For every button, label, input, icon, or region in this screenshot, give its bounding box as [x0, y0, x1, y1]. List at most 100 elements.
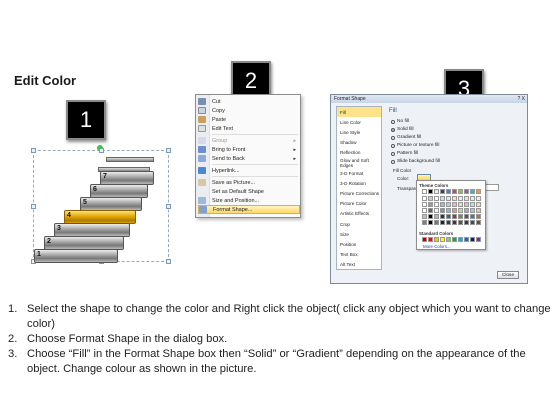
stair-step-2[interactable]: 2	[44, 236, 124, 250]
color-swatch[interactable]	[464, 202, 469, 207]
stair-step-4-selected[interactable]: 4	[64, 210, 136, 224]
color-swatch[interactable]	[428, 202, 433, 207]
category-item[interactable]: Line Style	[337, 127, 381, 137]
more-colors-link[interactable]: More Colors...	[423, 244, 451, 249]
color-swatch[interactable]	[452, 220, 457, 225]
color-swatch[interactable]	[464, 220, 469, 225]
standard-color-swatch[interactable]	[470, 237, 475, 242]
color-swatch[interactable]	[464, 214, 469, 219]
color-swatch[interactable]	[470, 189, 475, 194]
color-swatch[interactable]	[452, 202, 457, 207]
color-swatch[interactable]	[446, 202, 451, 207]
color-swatch[interactable]	[476, 208, 481, 213]
standard-color-swatch[interactable]	[476, 237, 481, 242]
color-swatch[interactable]	[434, 208, 439, 213]
close-button[interactable]: Close	[497, 271, 519, 279]
radio-no-fill[interactable]: No fill	[391, 119, 409, 124]
color-swatch[interactable]	[446, 196, 451, 201]
color-swatch[interactable]	[428, 189, 433, 194]
color-swatch[interactable]	[458, 220, 463, 225]
color-swatch[interactable]	[464, 208, 469, 213]
standard-color-swatch[interactable]	[452, 237, 457, 242]
color-swatch[interactable]	[476, 189, 481, 194]
standard-color-swatch[interactable]	[458, 237, 463, 242]
resize-handle[interactable]	[166, 204, 171, 209]
color-swatch[interactable]	[458, 196, 463, 201]
color-swatch[interactable]	[476, 202, 481, 207]
color-swatch[interactable]	[440, 202, 445, 207]
category-item[interactable]: Glow and Soft Edges	[337, 158, 381, 168]
category-item[interactable]: Picture Color	[337, 199, 381, 209]
menu-item-save-as-picture[interactable]: Save as Picture...	[198, 178, 300, 187]
color-swatch[interactable]	[428, 196, 433, 201]
stair-step-7[interactable]: 7	[100, 171, 154, 185]
color-swatch[interactable]	[440, 196, 445, 201]
stair-step-5[interactable]: 5	[80, 197, 142, 211]
standard-color-swatch[interactable]	[428, 237, 433, 242]
category-item[interactable]: 3-D Rotation	[337, 178, 381, 188]
resize-handle[interactable]	[31, 204, 36, 209]
menu-item-hyperlink[interactable]: Hyperlink...	[198, 166, 300, 175]
menu-item-size-and-position[interactable]: Size and Position...	[198, 196, 300, 205]
color-swatch[interactable]	[434, 189, 439, 194]
standard-color-swatch[interactable]	[434, 237, 439, 242]
standard-color-swatch[interactable]	[422, 237, 427, 242]
resize-handle[interactable]	[99, 148, 104, 153]
color-swatch[interactable]	[452, 189, 457, 194]
menu-item-format-shape[interactable]: Format Shape...	[198, 205, 300, 214]
color-swatch[interactable]	[440, 208, 445, 213]
color-swatch[interactable]	[476, 214, 481, 219]
color-swatch[interactable]	[422, 214, 427, 219]
color-swatch[interactable]	[458, 214, 463, 219]
color-swatch[interactable]	[440, 220, 445, 225]
color-swatch[interactable]	[470, 214, 475, 219]
menu-item-bring-to-front[interactable]: Bring to Front ▸	[198, 145, 300, 154]
category-item[interactable]: Crop	[337, 219, 381, 229]
color-swatch[interactable]	[446, 208, 451, 213]
color-swatch[interactable]	[470, 196, 475, 201]
category-item[interactable]: Artistic Effects	[337, 209, 381, 219]
color-swatch[interactable]	[458, 189, 463, 194]
color-swatch[interactable]	[446, 189, 451, 194]
color-swatch[interactable]	[422, 220, 427, 225]
color-swatch[interactable]	[452, 208, 457, 213]
resize-handle[interactable]	[166, 148, 171, 153]
menu-item-send-to-back[interactable]: Send to Back ▸	[198, 154, 300, 163]
category-item[interactable]: Shadow	[337, 138, 381, 148]
category-item[interactable]: Picture Corrections	[337, 189, 381, 199]
category-item[interactable]: Line Color	[337, 117, 381, 127]
color-swatch[interactable]	[422, 196, 427, 201]
stair-step-6[interactable]: 6	[90, 184, 148, 198]
color-swatch[interactable]	[422, 189, 427, 194]
color-swatch[interactable]	[470, 208, 475, 213]
dialog-title-buttons[interactable]: ? X	[517, 96, 525, 102]
color-swatch[interactable]	[428, 208, 433, 213]
color-swatch[interactable]	[422, 202, 427, 207]
category-item[interactable]: Text Box	[337, 250, 381, 260]
standard-color-swatch[interactable]	[464, 237, 469, 242]
color-swatch[interactable]	[434, 202, 439, 207]
color-swatch[interactable]	[470, 202, 475, 207]
color-swatch[interactable]	[440, 214, 445, 219]
standard-color-swatch[interactable]	[446, 237, 451, 242]
staircase-selection[interactable]: 7 6 5 4 3 2 1	[31, 145, 171, 264]
color-swatch[interactable]	[446, 214, 451, 219]
category-item[interactable]: Position	[337, 239, 381, 249]
color-swatch[interactable]	[422, 208, 427, 213]
stair-step-1[interactable]: 1	[34, 249, 118, 263]
color-swatch[interactable]	[428, 214, 433, 219]
color-swatch[interactable]	[476, 196, 481, 201]
radio-solid-fill[interactable]: Solid fill	[391, 127, 414, 132]
menu-item-paste[interactable]: Paste	[198, 115, 300, 124]
color-swatch[interactable]	[476, 220, 481, 225]
category-fill[interactable]: Fill	[337, 107, 381, 118]
resize-handle[interactable]	[166, 259, 171, 264]
color-swatch[interactable]	[452, 196, 457, 201]
color-swatch[interactable]	[470, 220, 475, 225]
menu-item-set-default-shape[interactable]: Set as Default Shape	[198, 187, 300, 196]
color-swatch[interactable]	[446, 220, 451, 225]
radio-pattern-fill[interactable]: Pattern fill	[391, 151, 418, 156]
category-item[interactable]: Alt Text	[337, 260, 381, 270]
radio-gradient-fill[interactable]: Gradient fill	[391, 135, 421, 140]
color-swatch[interactable]	[458, 208, 463, 213]
